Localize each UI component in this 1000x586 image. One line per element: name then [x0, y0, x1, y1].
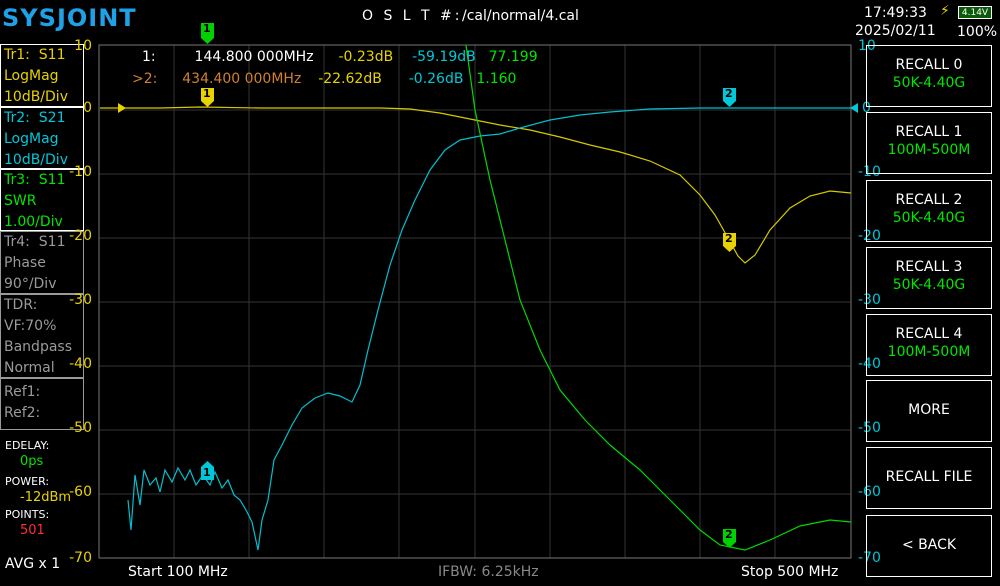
button-label: RECALL 0	[895, 57, 963, 73]
marker-2-s21-label: 2	[725, 87, 733, 100]
marker-s21: -0.26dB	[408, 71, 464, 87]
recall-4-button[interactable]: RECALL 4 100M-500M	[866, 314, 992, 376]
marker-label: 1:	[142, 49, 156, 65]
marker-s11: -22.62dB	[318, 71, 382, 87]
button-sublabel: 100M-500M	[887, 142, 971, 158]
recall-3-button[interactable]: RECALL 3 50K-4.40G	[866, 247, 992, 309]
button-label: RECALL 3	[895, 259, 963, 275]
left-axis-tick: -70	[69, 550, 92, 566]
back-button[interactable]: < BACK	[866, 515, 992, 577]
marker-2-readout: >2: 434.400 000MHz -22.62dB -0.26dB 1.16…	[132, 71, 516, 87]
marker-freq: 144.800 000MHz	[194, 49, 314, 65]
button-label: MORE	[908, 402, 950, 418]
button-sublabel: 100M-500M	[887, 344, 971, 360]
left-axis-tick: -60	[69, 484, 92, 500]
button-label: RECALL 4	[895, 326, 963, 342]
left-axis-tick: 10	[74, 38, 92, 54]
recall-file-button[interactable]: RECALL FILE	[866, 447, 992, 509]
marker-swr: 77.199	[488, 49, 538, 65]
plot-area[interactable]	[0, 0, 1000, 586]
left-axis-tick: -50	[69, 420, 92, 436]
left-axis-tick: -30	[69, 292, 92, 308]
marker-1-s21-label: 1	[203, 466, 211, 479]
button-sublabel: 50K-4.40G	[892, 277, 966, 293]
marker-1-s11-label: 1	[203, 87, 211, 100]
marker-freq: 434.400 000MHz	[182, 71, 302, 87]
button-label: < BACK	[901, 537, 957, 553]
marker-label: >2:	[132, 71, 158, 87]
trace-swr	[465, 44, 852, 551]
recall-1-button[interactable]: RECALL 1 100M-500M	[866, 112, 992, 174]
left-axis-tick: 0	[83, 100, 92, 116]
more-button[interactable]: MORE	[866, 380, 992, 442]
marker-2-swr-label: 2	[725, 528, 733, 541]
button-label: RECALL 1	[895, 124, 963, 140]
marker-s11: -0.23dB	[338, 49, 394, 65]
button-sublabel: 50K-4.40G	[892, 75, 966, 91]
marker-swr: 1.160	[476, 71, 517, 87]
marker-2-s11-label: 2	[725, 232, 733, 245]
ref-arrow-left-icon	[118, 103, 126, 113]
start-frequency[interactable]: Start 100 MHz	[128, 564, 228, 580]
marker-1-flag-label: 1	[203, 22, 211, 35]
left-axis-tick: -10	[69, 164, 92, 180]
button-label: RECALL FILE	[885, 469, 973, 485]
button-label: RECALL 2	[895, 192, 963, 208]
ifbw-label[interactable]: IFBW: 6.25kHz	[438, 564, 539, 580]
button-sublabel: 50K-4.40G	[892, 210, 966, 226]
stop-frequency[interactable]: Stop 500 MHz	[741, 564, 838, 580]
left-axis-tick: -20	[69, 228, 92, 244]
marker-s21: -59.19dB	[412, 49, 476, 65]
recall-0-button[interactable]: RECALL 0 50K-4.40G	[866, 45, 992, 107]
marker-1-readout: 1: 144.800 000MHz -0.23dB -59.19dB 77.19…	[142, 49, 538, 65]
left-axis-tick: -40	[69, 356, 92, 372]
recall-2-button[interactable]: RECALL 2 50K-4.40G	[866, 180, 992, 242]
